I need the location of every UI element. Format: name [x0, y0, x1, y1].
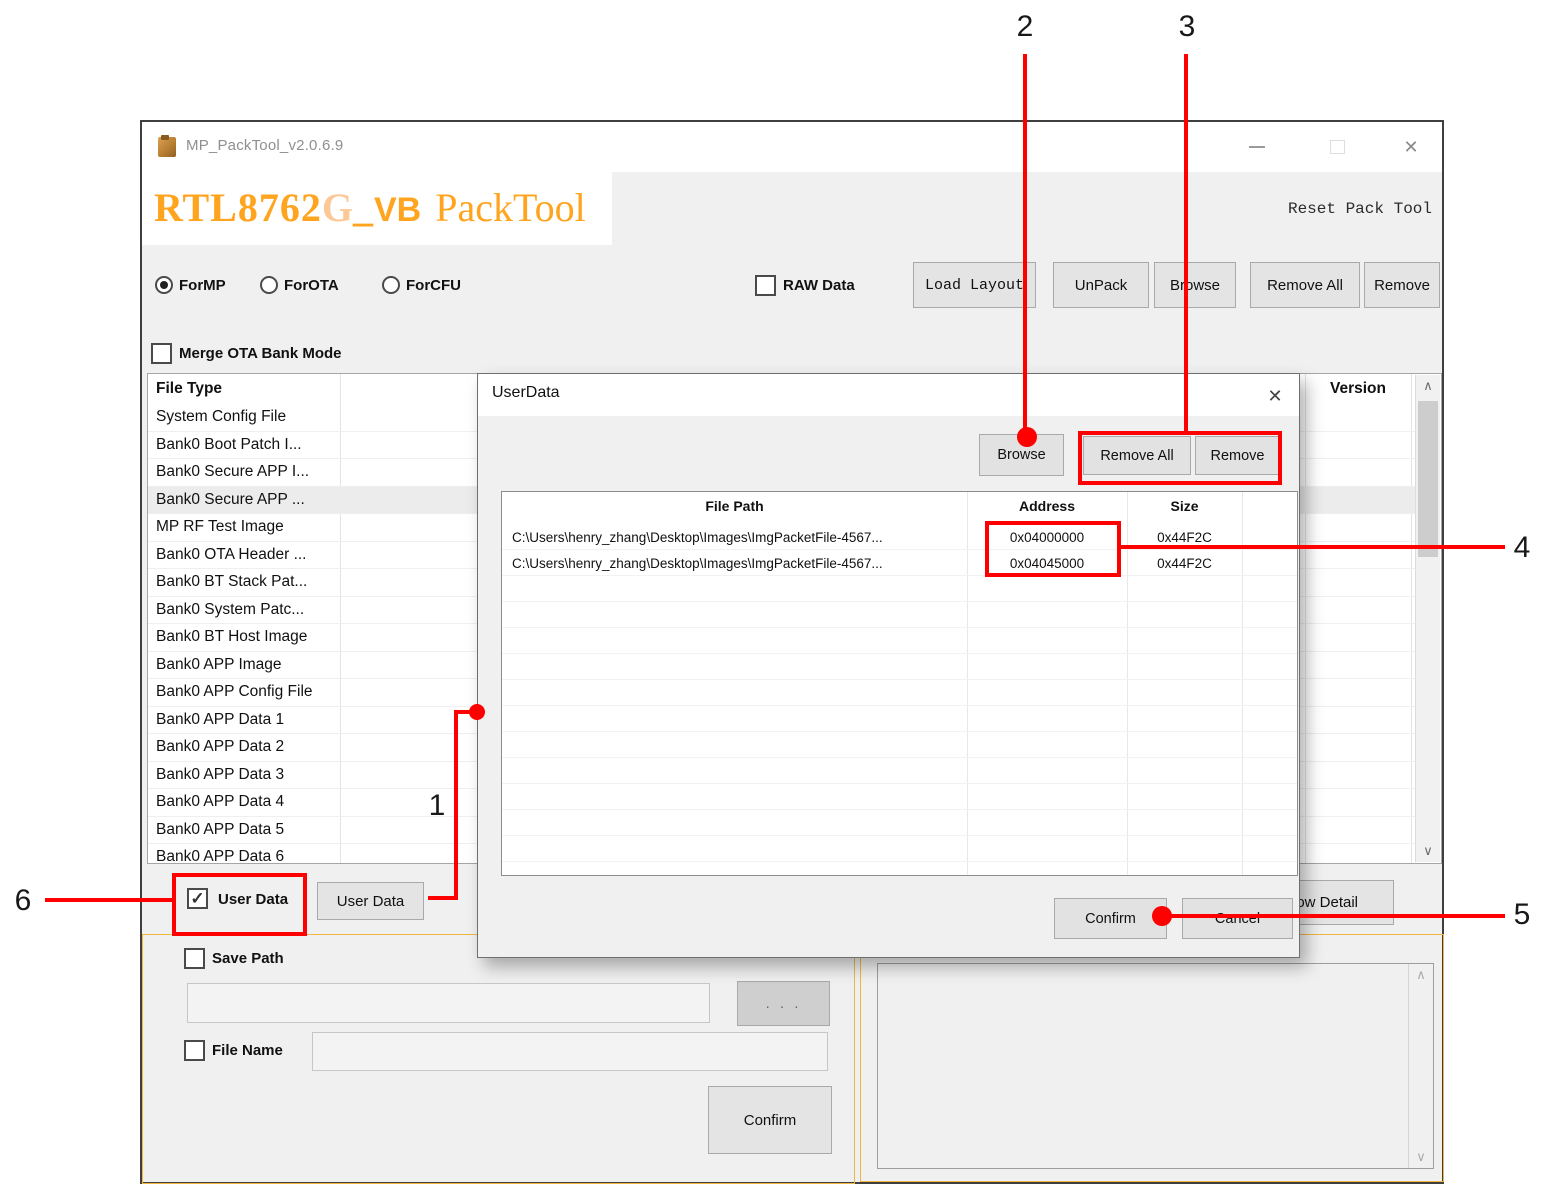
merge-ota-label: Merge OTA Bank Mode [179, 345, 342, 362]
close-button[interactable]: ✕ [1394, 132, 1428, 162]
detail-scrollbar[interactable]: ∧ ∨ [1408, 964, 1433, 1168]
logo-band: RTL8762G_VBPackTool [142, 170, 612, 245]
close-icon: ✕ [1403, 138, 1418, 156]
callout-5-label: 5 [1505, 898, 1539, 932]
radio-forota-label: ForOTA [284, 277, 339, 294]
callout-5-line [1160, 914, 1505, 918]
callout-1-label: 1 [420, 789, 454, 823]
callout-4-rect [985, 521, 1121, 577]
app-icon [158, 137, 176, 157]
callout-1-line [454, 710, 458, 900]
browse-path-button[interactable]: . . . [737, 981, 830, 1026]
close-icon: ✕ [1267, 386, 1282, 407]
scroll-up-icon[interactable]: ∧ [1409, 967, 1433, 983]
file-path-cell: C:\Users\henry_zhang\Desktop\Images\ImgP… [512, 524, 960, 550]
detail-textarea[interactable]: ∧ ∨ [877, 963, 1434, 1169]
callout-3-label: 3 [1170, 10, 1204, 44]
file-name-input[interactable] [312, 1032, 828, 1071]
merge-ota-checkbox[interactable] [151, 343, 172, 364]
radio-forcfu-label: ForCFU [406, 277, 461, 294]
dialog-header-file-path: File Path [502, 498, 967, 514]
maximize-button[interactable] [1320, 132, 1354, 162]
page: MP_PackTool_v2.0.6.9 ✕ RTL8762G_VBPackTo… [0, 0, 1545, 1187]
radio-formp-label: ForMP [179, 277, 226, 294]
user-data-button[interactable]: User Data [317, 882, 424, 920]
callout-1-dot [469, 704, 485, 720]
reset-pack-tool-link[interactable]: Reset Pack Tool [1272, 200, 1432, 218]
browse-button[interactable]: Browse [1154, 262, 1236, 308]
unpack-button[interactable]: UnPack [1053, 262, 1149, 308]
product-logo: RTL8762G_VBPackTool [154, 184, 586, 231]
scroll-down-icon[interactable]: ∨ [1409, 1149, 1433, 1165]
minimize-button[interactable] [1240, 132, 1274, 162]
version-header: Version [1305, 380, 1411, 398]
dialog-confirm-button[interactable]: Confirm [1054, 898, 1167, 939]
size-cell: 0x44F2C [1127, 550, 1242, 576]
scroll-down-icon[interactable]: ∨ [1416, 843, 1440, 859]
callout-6-label: 6 [6, 884, 40, 918]
dialog-header-address: Address [967, 498, 1127, 514]
callout-4-label: 4 [1505, 531, 1539, 565]
callout-2-label: 2 [1008, 10, 1042, 44]
dialog-table-gridlines [502, 524, 1297, 875]
window-title: MP_PackTool_v2.0.6.9 [186, 137, 343, 154]
callout-3-line [1184, 54, 1188, 432]
scroll-up-icon[interactable]: ∧ [1416, 378, 1440, 394]
file-path-cell: C:\Users\henry_zhang\Desktop\Images\ImgP… [512, 550, 960, 576]
file-name-checkbox[interactable] [184, 1040, 205, 1061]
remove-all-button[interactable]: Remove All [1250, 262, 1360, 308]
save-path-checkbox[interactable] [184, 948, 205, 969]
dialog-close-button[interactable]: ✕ [1258, 382, 1292, 410]
raw-data-checkbox[interactable] [755, 275, 776, 296]
radio-formp[interactable] [155, 276, 173, 294]
radio-forota[interactable] [260, 276, 278, 294]
dialog-table-row[interactable]: C:\Users\henry_zhang\Desktop\Images\ImgP… [502, 550, 1297, 576]
callout-6-line [45, 898, 172, 902]
callout-2-dot [1017, 427, 1037, 447]
load-layout-button[interactable]: Load Layout [913, 262, 1036, 308]
dialog-cancel-button[interactable]: Cancel [1182, 898, 1293, 939]
scrollbar-thumb[interactable] [1418, 401, 1438, 557]
radio-forcfu[interactable] [382, 276, 400, 294]
dialog-title-bar: UserData ✕ [478, 374, 1299, 416]
table-scrollbar[interactable]: ∧ ∨ [1415, 375, 1440, 862]
title-bar: MP_PackTool_v2.0.6.9 ✕ [142, 122, 1442, 172]
confirm-button[interactable]: Confirm [708, 1086, 832, 1154]
callout-6-rect [172, 873, 307, 936]
raw-data-label: RAW Data [783, 277, 855, 294]
callout-4-line [1121, 545, 1505, 549]
dialog-title: UserData [492, 384, 560, 402]
file-name-label: File Name [212, 1042, 283, 1059]
file-type-header: File Type [156, 380, 222, 398]
maximize-icon [1330, 140, 1345, 154]
dialog-header-size: Size [1127, 498, 1242, 514]
save-path-input[interactable] [187, 983, 710, 1023]
callout-2-line [1023, 54, 1027, 437]
remove-button[interactable]: Remove [1364, 262, 1440, 308]
callout-3-rect [1078, 431, 1282, 485]
minimize-icon [1249, 146, 1265, 148]
save-path-label: Save Path [212, 950, 284, 967]
